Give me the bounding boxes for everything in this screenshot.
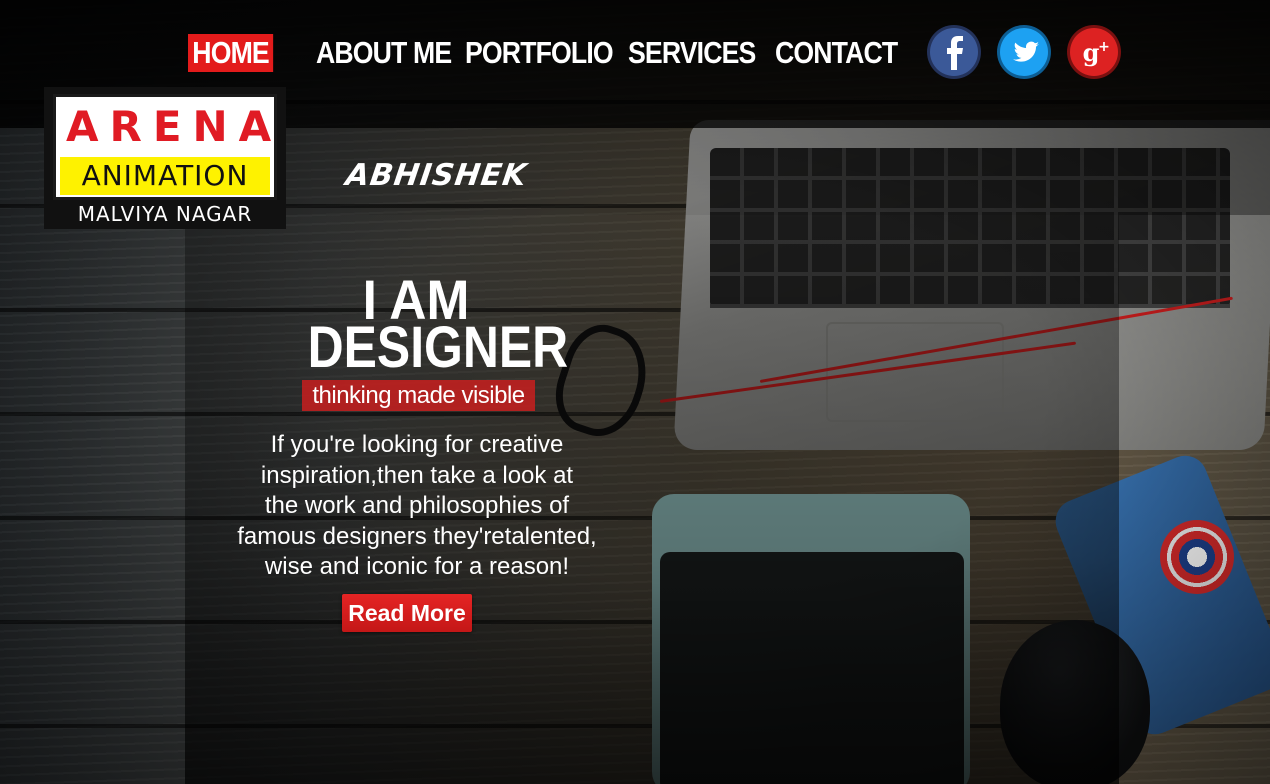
logo-animation-text: ANIMATION <box>60 157 270 195</box>
logo-location-text: MALVIYA NAGAR <box>77 202 253 226</box>
hero-heading-line2: DESIGNER <box>307 315 569 380</box>
intro-line: wise and iconic for a reason! <box>264 553 570 580</box>
facebook-icon[interactable] <box>926 24 982 80</box>
nav-item-services[interactable]: SERVICES <box>628 34 756 72</box>
nav-item-portfolio[interactable]: PORTFOLIO <box>465 34 614 72</box>
read-more-button[interactable]: Read More <box>342 594 472 632</box>
logo-arena-text: ARENA <box>66 102 283 151</box>
nav-item-about-me[interactable]: ABOUT ME <box>316 34 452 72</box>
hero-tagline: thinking made visible <box>302 380 535 411</box>
svg-text:+: + <box>1098 39 1110 55</box>
brand-name: ABHISHEK <box>343 158 530 193</box>
intro-line: famous designers they'retalented, <box>237 522 597 550</box>
nav-item-home[interactable]: HOME <box>188 34 274 72</box>
logo-box: ARENA ANIMATION <box>53 94 277 200</box>
intro-line: the work and philosophies of <box>264 492 570 519</box>
intro-line: inspiration,then take a look at <box>260 461 574 489</box>
google-plus-icon[interactable]: g + <box>1066 24 1122 80</box>
svg-text:g: g <box>1083 38 1100 67</box>
intro-line: If you're looking for creative <box>270 431 564 458</box>
hero-intro-text: If you're looking for creative inspirati… <box>222 430 612 583</box>
nav-item-contact[interactable]: CONTACT <box>775 34 898 72</box>
twitter-icon[interactable] <box>996 24 1052 80</box>
arena-animation-logo[interactable]: ARENA ANIMATION MALVIYA NAGAR <box>44 87 286 229</box>
